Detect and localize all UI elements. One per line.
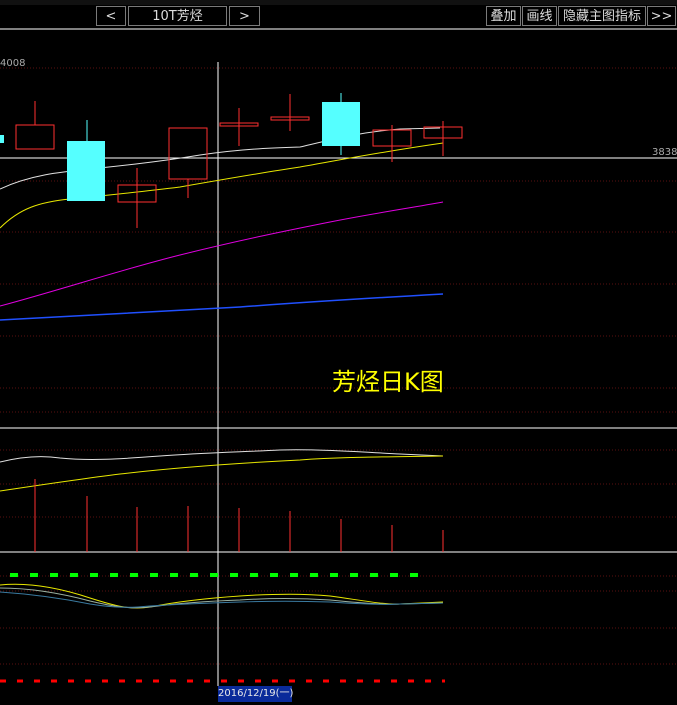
candle <box>322 102 360 146</box>
ma-magenta-line <box>0 201 444 307</box>
candle <box>15 124 55 150</box>
candle <box>0 135 4 143</box>
chart-title: 芳烃日K图 <box>332 368 444 396</box>
cursor-date-tag: 2016/12/19(一) <box>218 686 293 702</box>
volume-bars <box>34 479 444 552</box>
candlesticks <box>0 93 463 228</box>
volume-ma-yellow <box>0 455 444 492</box>
candle <box>168 127 208 180</box>
candle <box>67 141 105 201</box>
ma-blue-line <box>0 293 444 321</box>
kline-chart[interactable] <box>0 0 677 705</box>
top-price-label: 4008 <box>0 58 26 69</box>
right-price-label: 3838 <box>652 147 677 158</box>
volume-ma-white <box>0 449 444 463</box>
ma-yellow-line <box>0 142 444 229</box>
indicator-blue <box>0 591 444 608</box>
